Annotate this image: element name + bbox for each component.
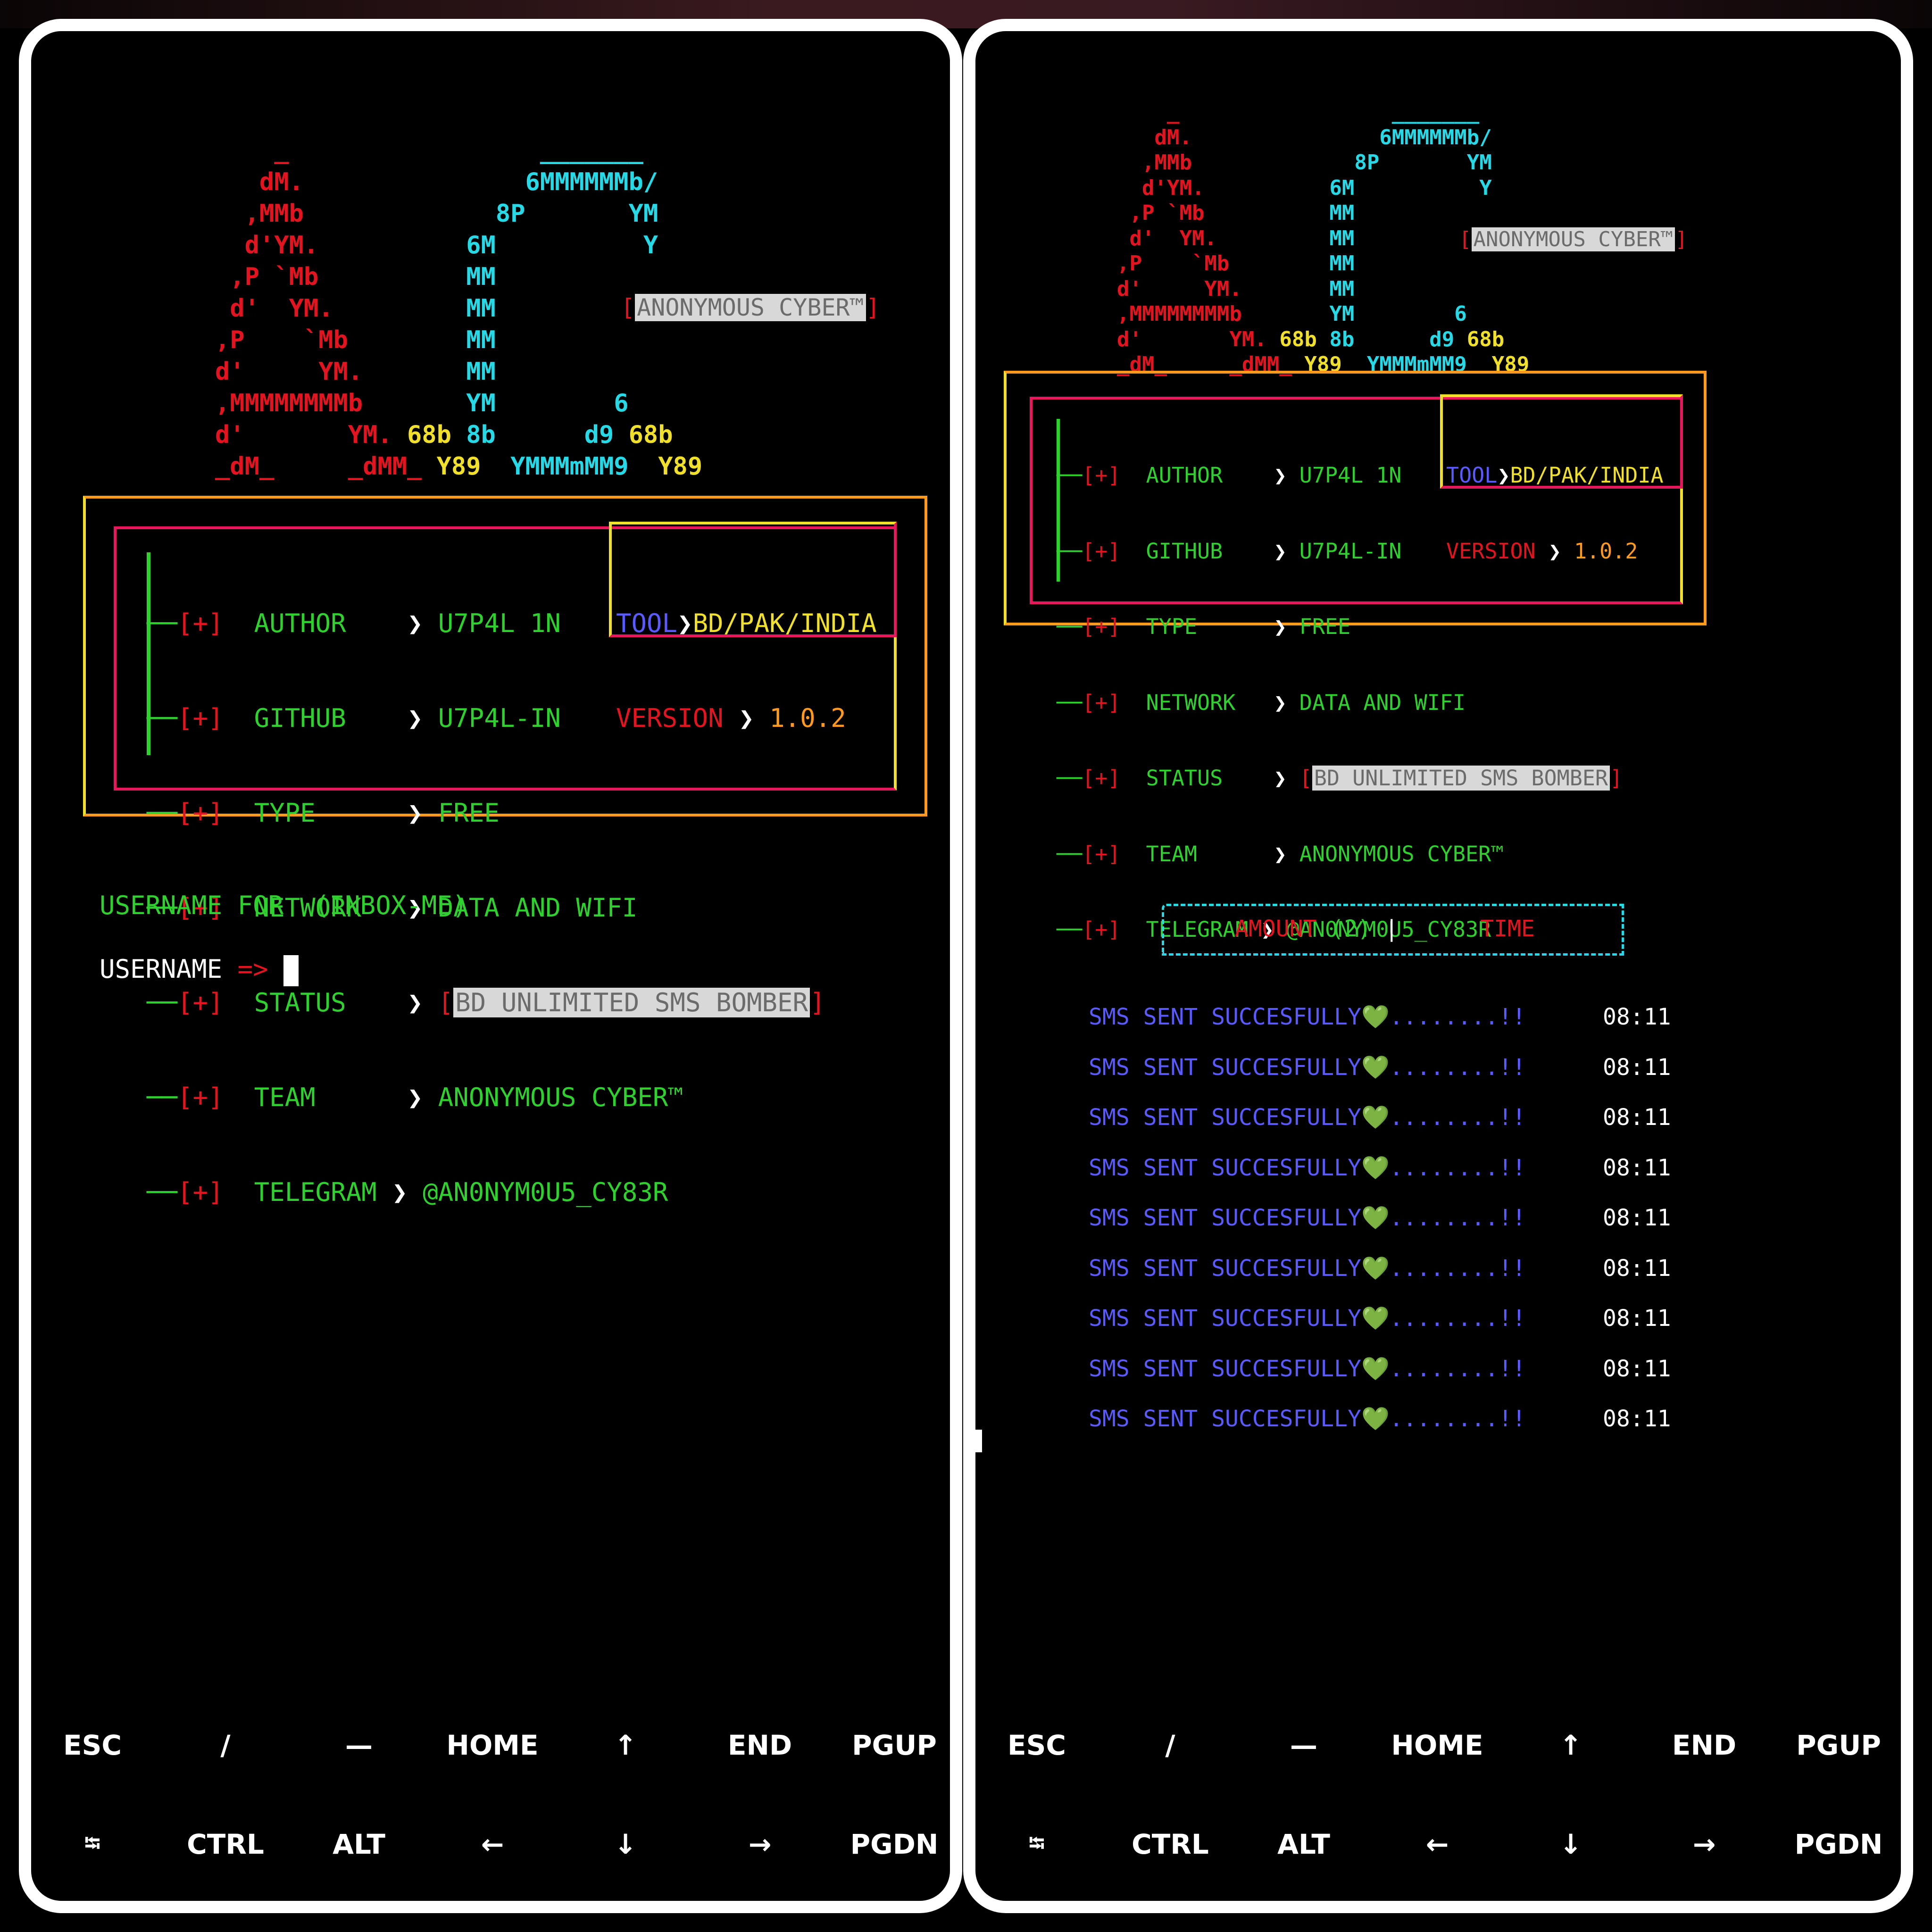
extra-key-1-4[interactable]: HOME bbox=[1385, 1729, 1489, 1761]
extra-key-2-7[interactable]: PGDN bbox=[1787, 1828, 1890, 1860]
extra-key-1-5[interactable]: ↑ bbox=[1519, 1729, 1623, 1761]
extra-keys-bar: ESC / — HOME ↑ END PGUP ⭾ CTRL ALT ← ↓ → PGDN bbox=[31, 31, 950, 1901]
extra-key-1-6[interactable]: END bbox=[1652, 1729, 1756, 1761]
extra-key-1-5[interactable]: ↑ bbox=[574, 1729, 677, 1761]
extra-key-1-2[interactable]: / bbox=[174, 1729, 277, 1761]
extra-key-2-2[interactable]: CTRL bbox=[1118, 1828, 1222, 1860]
extra-key-2-1[interactable]: ⭾ bbox=[985, 1828, 1089, 1864]
extra-key-2-5[interactable]: ↓ bbox=[1519, 1828, 1623, 1860]
extra-key-1-3[interactable]: — bbox=[307, 1729, 411, 1761]
extra-key-2-4[interactable]: ← bbox=[441, 1828, 544, 1860]
extra-key-1-1[interactable]: ESC bbox=[985, 1729, 1089, 1761]
extra-key-2-3[interactable]: ALT bbox=[307, 1828, 411, 1860]
extra-key-2-5[interactable]: ↓ bbox=[574, 1828, 677, 1860]
extra-key-2-4[interactable]: ← bbox=[1385, 1828, 1489, 1860]
extra-key-1-4[interactable]: HOME bbox=[441, 1729, 544, 1761]
extra-key-1-7[interactable]: PGUP bbox=[1787, 1729, 1890, 1761]
extra-key-1-6[interactable]: END bbox=[708, 1729, 812, 1761]
extra-key-2-6[interactable]: → bbox=[1652, 1828, 1756, 1860]
extra-key-1-3[interactable]: — bbox=[1252, 1729, 1356, 1761]
extra-key-2-7[interactable]: PGDN bbox=[842, 1828, 946, 1860]
extra-key-2-6[interactable]: → bbox=[708, 1828, 812, 1860]
extra-keys-bar: ESC / — HOME ↑ END PGUP ⭾ CTRL ALT ← ↓ → PGDN bbox=[975, 31, 1901, 1901]
extra-key-2-3[interactable]: ALT bbox=[1252, 1828, 1356, 1860]
terminal-screen-results: _ _______ dM. 6MMMMMMb/ ,MMb 8P YM d'YM.… bbox=[963, 19, 1913, 1913]
extra-key-1-1[interactable]: ESC bbox=[41, 1729, 144, 1761]
terminal-screen-username: _ _______ dM. 6MMMMMMb/ ,MMb 8P YM d'YM.… bbox=[19, 19, 962, 1913]
extra-key-2-2[interactable]: CTRL bbox=[174, 1828, 277, 1860]
extra-key-1-7[interactable]: PGUP bbox=[842, 1729, 946, 1761]
extra-key-1-2[interactable]: / bbox=[1118, 1729, 1222, 1761]
extra-key-2-1[interactable]: ⭾ bbox=[41, 1828, 144, 1864]
